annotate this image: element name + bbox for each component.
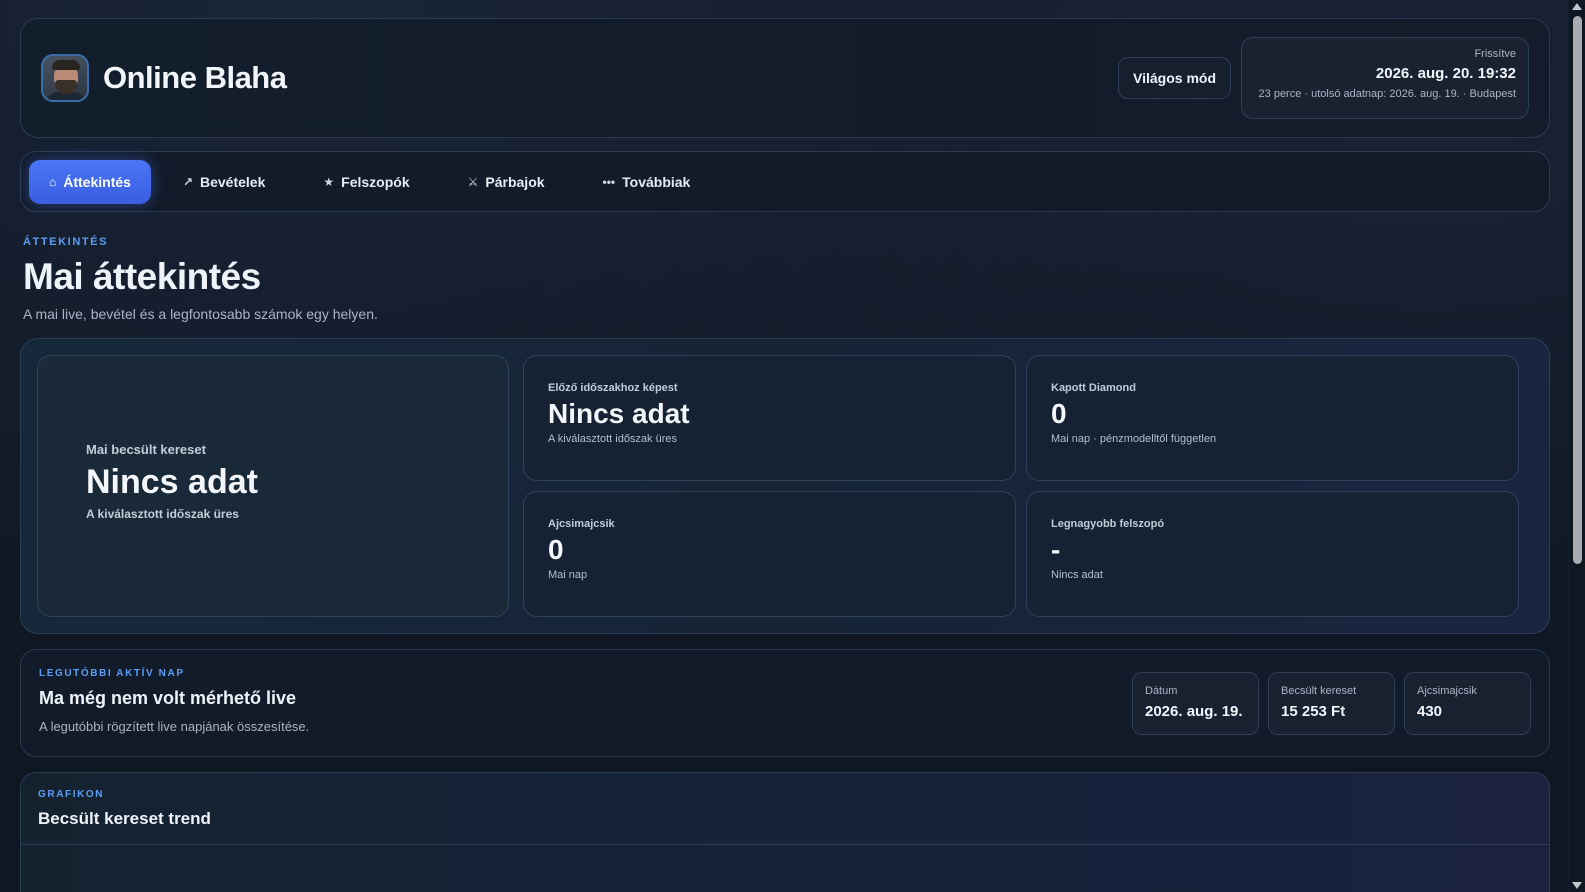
crossed-swords-icon: ⚔ [467, 174, 479, 189]
chart-eyebrow: GRAFIKON [38, 789, 105, 800]
previous-period-label: Előző időszakhoz képest [548, 382, 678, 394]
chart-section: GRAFIKON Becsült kereset trend [20, 772, 1550, 892]
ajcsimajcsik-label: Ajcsimajcsik [548, 518, 615, 530]
tab-tovabbiak[interactable]: ••• Továbbiak [583, 160, 711, 204]
app-header: Online Blaha Világos mód Frissítve 2026.… [20, 18, 1550, 138]
latest-earnings-tile: Becsült kereset 15 253 Ft [1268, 672, 1395, 735]
ajcsimajcsik-value: 0 [548, 534, 564, 565]
scroll-up-icon[interactable] [1572, 3, 1582, 10]
tab-attekintes[interactable]: ⌂ Áttekintés [29, 159, 151, 204]
previous-period-sub: A kiválasztott időszak üres [548, 433, 678, 445]
home-icon: ⌂ [49, 174, 57, 189]
diamond-sub: Mai nap · pénzmodelltől független [1051, 433, 1217, 445]
tile-value: 2026. aug. 19. [1145, 703, 1243, 720]
chart-title: Becsült kereset trend [38, 809, 211, 828]
diamond-label: Kapott Diamond [1051, 382, 1136, 394]
stats-panel: Mai becsült kereset Nincs adat A kiválas… [20, 338, 1550, 634]
top-supporter-sub: Nincs adat [1051, 569, 1103, 581]
ajcsimajcsik-sub: Mai nap [548, 569, 588, 581]
refresh-label: Frissítve [1474, 48, 1516, 60]
diamond-value: 0 [1051, 398, 1067, 429]
page-title: Mai áttekintés [23, 256, 261, 297]
page-subtitle: A mai live, bevétel és a legfontosabb sz… [23, 306, 378, 322]
tile-label: Dátum [1145, 685, 1178, 697]
top-supporter-value: - [1051, 534, 1061, 565]
earnings-sub: A kiválasztott időszak üres [86, 507, 239, 521]
latest-date-tile: Dátum 2026. aug. 19. [1132, 672, 1259, 735]
refresh-time: 2026. aug. 20. 19:32 [1375, 65, 1516, 82]
earnings-value: Nincs adat [86, 463, 258, 501]
refresh-info: Frissítve 2026. aug. 20. 19:32 23 perce … [1241, 37, 1529, 119]
main-nav: ⌂ Áttekintés ↗ Bevételek ★ Felszopók ⚔ P… [20, 151, 1550, 212]
previous-period-value: Nincs adat [548, 398, 690, 429]
page-scrollbar[interactable] [1568, 0, 1585, 892]
tab-felszopok[interactable]: ★ Felszopók [303, 160, 429, 204]
tab-label: Párbajok [485, 173, 545, 190]
trend-arrow-icon: ↗ [182, 174, 193, 189]
ajcsimajcsik-card: Ajcsimajcsik 0 Mai nap [523, 491, 1016, 617]
tile-label: Ajcsimajcsik [1417, 685, 1477, 697]
tab-label: Áttekintés [63, 173, 131, 190]
tab-label: Felszopók [341, 173, 410, 190]
scrollbar-thumb[interactable] [1573, 16, 1582, 564]
tab-parbajok[interactable]: ⚔ Párbajok [448, 160, 565, 204]
diamond-card: Kapott Diamond 0 Mai nap · pénzmodelltől… [1026, 355, 1519, 481]
tile-value: 430 [1417, 703, 1443, 720]
earnings-card: Mai becsült kereset Nincs adat A kiválas… [37, 355, 509, 617]
tile-label: Becsült kereset [1281, 685, 1357, 697]
latest-ajcsimajcsik-tile: Ajcsimajcsik 430 [1404, 672, 1531, 735]
earnings-label: Mai becsült kereset [86, 442, 206, 457]
top-supporter-card: Legnagyobb felszopó - Nincs adat [1026, 491, 1519, 617]
tab-label: Továbbiak [622, 173, 691, 190]
section-eyebrow: ÁTTEKINTÉS [23, 236, 109, 248]
brand-title: Online Blaha [103, 60, 287, 95]
refresh-sub: 23 perce · utolsó adatnap: 2026. aug. 19… [1258, 88, 1516, 100]
page: Online Blaha Világos mód Frissítve 2026.… [20, 18, 1550, 892]
more-dots-icon: ••• [602, 174, 616, 189]
previous-period-card: Előző időszakhoz képest Nincs adat A kiv… [523, 355, 1016, 481]
avatar[interactable] [41, 54, 89, 102]
tab-bevetelek[interactable]: ↗ Bevételek [163, 160, 285, 204]
top-supporter-label: Legnagyobb felszopó [1051, 518, 1165, 530]
latest-active-day: LEGUTÓBBI AKTÍV NAP Ma még nem volt mérh… [20, 649, 1550, 757]
tile-value: 15 253 Ft [1281, 703, 1346, 720]
scroll-down-icon[interactable] [1572, 882, 1582, 889]
star-icon: ★ [323, 174, 335, 189]
tab-label: Bevételek [200, 173, 266, 190]
light-mode-button[interactable]: Világos mód [1118, 57, 1231, 99]
